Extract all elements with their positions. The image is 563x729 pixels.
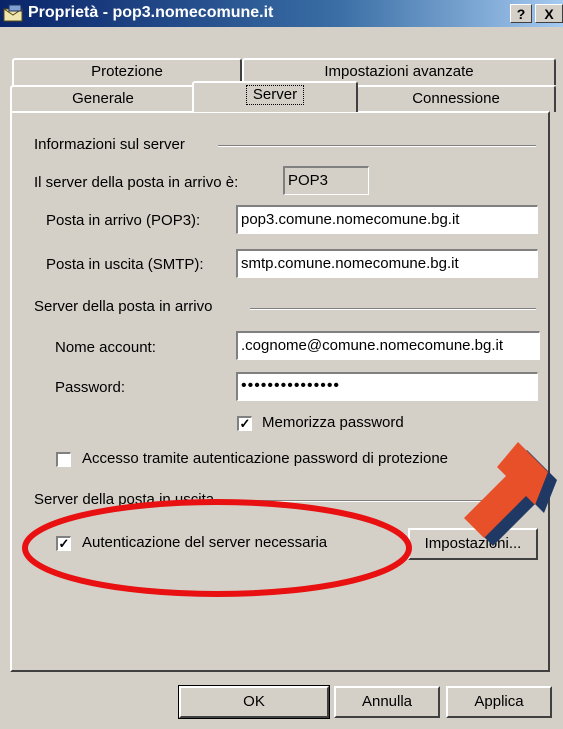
- spa-checkbox[interactable]: [56, 452, 71, 467]
- outgoing-settings-button[interactable]: Impostazioni...: [408, 528, 538, 560]
- group-divider: [218, 145, 536, 147]
- tab-server[interactable]: Server: [192, 81, 358, 112]
- mail-account-icon: [3, 4, 25, 22]
- tab-generale[interactable]: Generale: [10, 85, 196, 112]
- window-title: Proprietà - pop3.nomecomune.it: [28, 4, 274, 21]
- group-divider: [250, 308, 536, 310]
- cancel-button[interactable]: Annulla: [334, 686, 440, 718]
- spa-label[interactable]: Accesso tramite autenticazione password …: [82, 450, 448, 467]
- outgoing-server-label: Posta in uscita (SMTP):: [46, 256, 204, 273]
- outgoing-server-input[interactable]: smtp.comune.nomecomune.bg.it: [236, 249, 538, 278]
- title-bar[interactable]: Proprietà - pop3.nomecomune.it ? X: [0, 0, 563, 27]
- tab-server-label: Server: [245, 85, 305, 105]
- apply-button[interactable]: Applica: [446, 686, 552, 718]
- incoming-server-label: Posta in arrivo (POP3):: [46, 212, 201, 229]
- incoming-server-input[interactable]: pop3.comune.nomecomune.bg.it: [236, 205, 538, 234]
- ok-button[interactable]: OK: [178, 685, 330, 719]
- incoming-type-label: Il server della posta in arrivo è:: [34, 174, 239, 191]
- account-name-label: Nome account:: [55, 339, 156, 356]
- outgoing-group-label: Server della posta in uscita: [34, 491, 215, 508]
- group-divider: [252, 500, 536, 502]
- password-label: Password:: [55, 379, 126, 396]
- help-button[interactable]: ?: [510, 4, 532, 23]
- incoming-group-label: Server della posta in arrivo: [34, 298, 213, 315]
- server-auth-label[interactable]: Autenticazione del server necessaria: [82, 534, 327, 551]
- remember-password-checkbox[interactable]: ✓: [237, 416, 252, 431]
- tab-connessione[interactable]: Connessione: [356, 85, 556, 112]
- server-info-group-label: Informazioni sul server: [34, 136, 185, 153]
- password-input[interactable]: •••••••••••••••: [236, 372, 538, 401]
- incoming-type-value: POP3: [283, 166, 369, 195]
- properties-dialog: Proprietà - pop3.nomecomune.it ? X Prote…: [0, 0, 563, 729]
- close-button[interactable]: X: [535, 4, 563, 23]
- account-name-input[interactable]: .cognome@comune.nomecomune.bg.it: [236, 331, 540, 360]
- server-auth-checkbox[interactable]: ✓: [56, 536, 71, 551]
- remember-password-label[interactable]: Memorizza password: [262, 414, 404, 431]
